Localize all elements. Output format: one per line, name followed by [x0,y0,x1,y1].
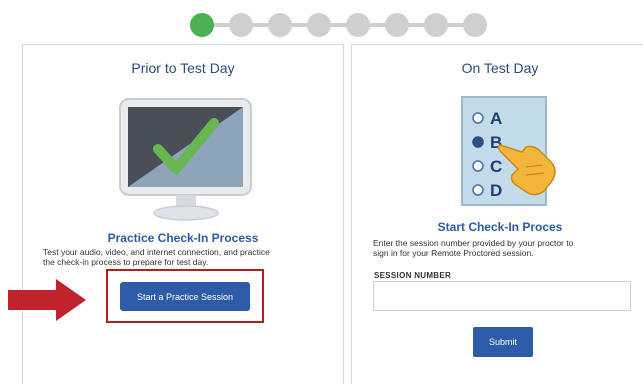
practice-panel: Prior to Test Day Practice Check-In Proc… [22,44,344,384]
panel-title: On Test Day [461,60,539,76]
step-2-dot [229,13,253,37]
step-6-dot [385,13,409,37]
monitor-checkmark-icon [119,98,252,221]
answer-sheet-hand-icon: A B C D [461,96,556,206]
practice-description-line2: the check-in process to prepare for test… [43,257,209,267]
submit-button[interactable]: Submit [473,327,533,357]
session-number-input[interactable] [373,281,631,311]
panel-title: Prior to Test Day [131,60,235,76]
step-3-dot [268,13,292,37]
option-d: D [490,181,502,200]
check-in-heading: Start Check-In Proces [437,220,563,234]
practice-description-line1: Test your audio, video, and internet con… [43,247,270,257]
step-8-dot [463,13,487,37]
red-arrow-icon [8,279,86,321]
check-in-description-line2: sign in for your Remote Proctored sessio… [373,248,534,258]
step-7-dot [424,13,448,37]
step-4-dot [307,13,331,37]
start-practice-session-button[interactable]: Start a Practice Session [120,282,250,311]
step-1-dot [190,13,214,37]
progress-stepper [190,10,490,40]
option-c: C [490,157,502,176]
option-a: A [490,109,502,128]
step-5-dot [346,13,370,37]
session-number-label: SESSION NUMBER [374,271,452,280]
test-day-panel: On Test Day A B C D Start Check-In Proce… [351,44,643,384]
practice-heading: Practice Check-In Process [107,231,259,245]
check-in-description-line1: Enter the session number provided by you… [373,238,574,248]
